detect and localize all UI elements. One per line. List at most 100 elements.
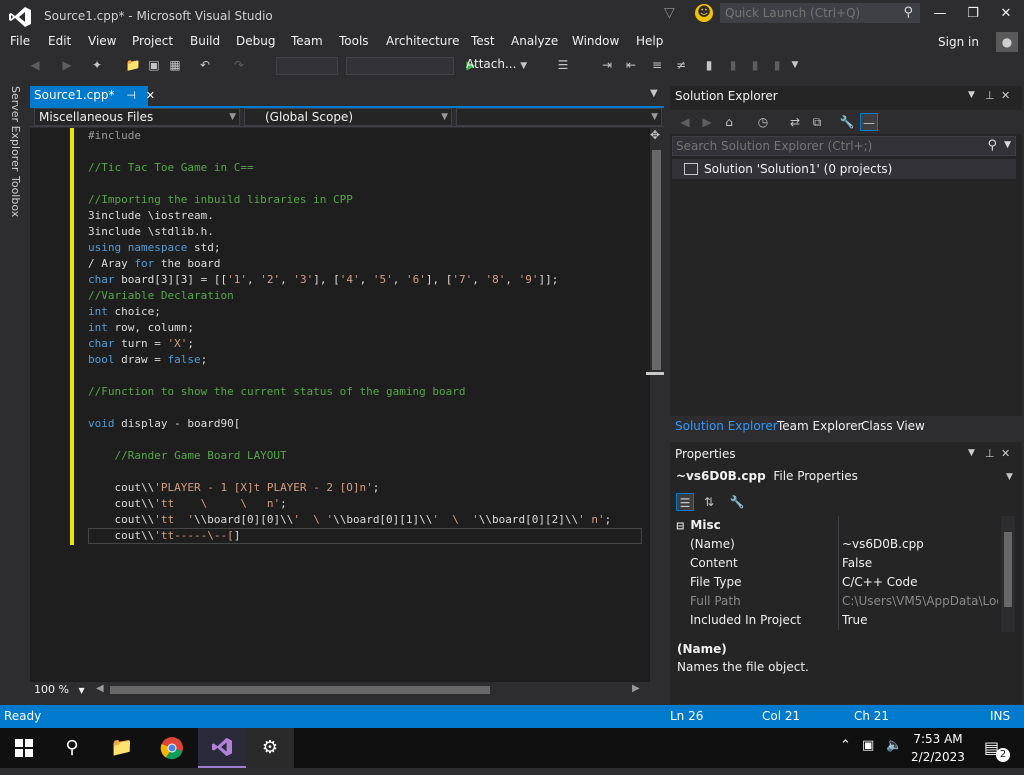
code-line[interactable]: cout\\'PLAYER - 1 [X]t PLAYER - 2 [O]n';	[88, 480, 648, 496]
show-hidden-icons-chevron-icon[interactable]: ⌃	[840, 738, 851, 753]
tab-list-dropdown-icon[interactable]: ▼	[650, 88, 658, 99]
save-all-icon[interactable]: ▦	[166, 56, 184, 74]
property-grid-scroll-thumb[interactable]	[1004, 532, 1012, 607]
outdent-icon[interactable]: ⇤	[622, 56, 640, 74]
code-line[interactable]	[88, 464, 648, 480]
toolbar-overflow-icon[interactable]: ▼	[786, 56, 804, 74]
menu-window[interactable]: Window	[572, 34, 619, 48]
next-bookmark-icon[interactable]: ▮	[746, 56, 764, 74]
home-icon[interactable]: ⌂	[720, 113, 738, 131]
property-grid-divider[interactable]	[838, 516, 839, 630]
collapse-all-icon[interactable]: ⧉	[808, 113, 826, 131]
property-value[interactable]: ~vs6D0B.cpp	[842, 537, 998, 551]
menu-team[interactable]: Team	[291, 34, 323, 48]
tab-team-explorer[interactable]: Team Explorer	[777, 419, 863, 433]
notification-filter-icon[interactable]: ▽	[664, 5, 678, 21]
attach-button[interactable]: Attach... ▼	[466, 57, 527, 71]
code-text[interactable]: #include //Tic Tac Toe Game in C== //Impor…	[88, 128, 648, 544]
avatar[interactable]: ●	[996, 32, 1018, 52]
toolbox-tab[interactable]: Toolbox	[9, 176, 22, 217]
editor-scroll-thumb[interactable]	[652, 150, 661, 370]
close-tab-icon[interactable]: ✕	[146, 89, 155, 102]
search-icon[interactable]: ⚲	[903, 5, 913, 20]
code-line[interactable]	[88, 144, 648, 160]
clear-bookmarks-icon[interactable]: ▮	[768, 56, 786, 74]
pin-icon[interactable]: ⊣	[126, 89, 136, 102]
property-name[interactable]: (Name)	[690, 537, 735, 551]
code-line[interactable]	[88, 432, 648, 448]
open-file-icon[interactable]: 📁	[124, 56, 142, 74]
uncomment-lines-icon[interactable]: ≠	[672, 56, 690, 74]
code-line[interactable]: char board[3][3] = [['1', '2', '3'], ['4…	[88, 272, 648, 288]
code-line[interactable]: //Tic Tac Toe Game in C==	[88, 160, 648, 176]
undo-icon[interactable]: ↶	[196, 56, 214, 74]
menu-view[interactable]: View	[88, 34, 116, 48]
code-line[interactable]: int choice;	[88, 304, 648, 320]
project-scope-dropdown[interactable]: Miscellaneous Files ▼	[34, 108, 240, 126]
solution-platform-dropdown[interactable]	[346, 57, 454, 75]
code-line[interactable]: / Aray for the board	[88, 256, 648, 272]
solution-configuration-dropdown[interactable]	[276, 57, 338, 75]
property-name[interactable]: File Type	[690, 575, 741, 589]
zoom-dropdown[interactable]: 100 % ▼	[34, 683, 90, 698]
property-value[interactable]: C/C++ Code	[842, 575, 998, 589]
code-line[interactable]: bool draw = false;	[88, 352, 648, 368]
search-taskbar-button[interactable]: ⚲	[48, 728, 96, 768]
solution-search-box[interactable]: ⚲ ▼	[672, 136, 1016, 156]
menu-help[interactable]: Help	[636, 34, 663, 48]
auto-hide-pin-icon[interactable]: ⊥	[985, 447, 995, 460]
file-explorer-taskbar-button[interactable]: 📁	[98, 728, 146, 768]
start-button[interactable]	[0, 728, 48, 768]
bookmark-icon[interactable]: ▮	[700, 56, 718, 74]
menu-build[interactable]: Build	[190, 34, 220, 48]
property-name[interactable]: Content	[690, 556, 738, 570]
properties-wrench-icon[interactable]: 🔧	[838, 113, 856, 131]
feedback-smiley-icon[interactable]: ☻	[695, 4, 713, 22]
property-value[interactable]: C:\Users\VM5\AppData\Local	[842, 594, 998, 608]
scroll-right-icon[interactable]: ▶	[632, 683, 640, 694]
close-window-button[interactable]: ✕	[994, 6, 1018, 24]
code-line[interactable]: cout\\'tt-----\--[]	[88, 528, 648, 544]
back-icon[interactable]: ◀	[676, 113, 694, 131]
property-pages-wrench-icon[interactable]: 🔧	[728, 493, 746, 511]
code-line[interactable]: void display - board90[	[88, 416, 648, 432]
menu-test[interactable]: Test	[471, 34, 495, 48]
code-line[interactable]: cout\\'tt \ \ n';	[88, 496, 648, 512]
code-line[interactable]: //Rander Game Board LAYOUT	[88, 448, 648, 464]
code-line[interactable]: cout\\'tt '\\board[0][0]\\' \ '\\board[0…	[88, 512, 648, 528]
sync-icon[interactable]: ⇄	[786, 113, 804, 131]
code-line[interactable]: 3include \iostream.	[88, 208, 648, 224]
chevron-down-icon[interactable]: ▼	[1004, 140, 1011, 150]
code-line[interactable]: char turn = 'X';	[88, 336, 648, 352]
menu-debug[interactable]: Debug	[236, 34, 275, 48]
menu-file[interactable]: File	[10, 34, 30, 48]
alphabetical-icon[interactable]: ⇅	[700, 493, 718, 511]
category-misc[interactable]: ⊟ Misc	[676, 518, 721, 532]
clock-time[interactable]: 7:53 AM	[908, 732, 968, 746]
minimize-button[interactable]: —	[928, 6, 952, 24]
code-line[interactable]	[88, 176, 648, 192]
quick-launch-box[interactable]: ⚲	[720, 3, 920, 23]
property-value[interactable]: True	[842, 613, 998, 627]
find-in-files-icon[interactable]: ☰	[554, 56, 572, 74]
menu-tools[interactable]: Tools	[339, 34, 369, 48]
chrome-taskbar-button[interactable]	[148, 728, 196, 768]
code-line[interactable]: //Function to show the current status of…	[88, 384, 648, 400]
global-scope-dropdown[interactable]: (Global Scope) ▼	[244, 108, 452, 126]
tab-source1-cpp[interactable]: Source1.cpp* ⊣ ✕	[30, 86, 155, 106]
code-line[interactable]: //Variable Declaration	[88, 288, 648, 304]
menu-project[interactable]: Project	[132, 34, 173, 48]
tab-class-view[interactable]: Class View	[861, 419, 925, 433]
solution-node-label[interactable]: Solution 'Solution1' (0 projects)	[704, 162, 892, 176]
new-project-icon[interactable]: ✦	[88, 56, 106, 74]
editor-horizontal-scroll-thumb[interactable]	[110, 686, 490, 694]
menu-edit[interactable]: Edit	[48, 34, 71, 48]
comment-lines-icon[interactable]: ≡	[648, 56, 666, 74]
forward-icon[interactable]: ▶	[698, 113, 716, 131]
close-pane-icon[interactable]: ✕	[1001, 447, 1010, 460]
visual-studio-taskbar-button[interactable]	[198, 728, 246, 768]
network-icon[interactable]: ▣	[862, 738, 874, 753]
auto-hide-pin-icon[interactable]: ⊥	[985, 89, 995, 102]
code-line[interactable]: #include	[88, 128, 648, 144]
preview-selected-items-icon[interactable]: —	[860, 113, 878, 131]
